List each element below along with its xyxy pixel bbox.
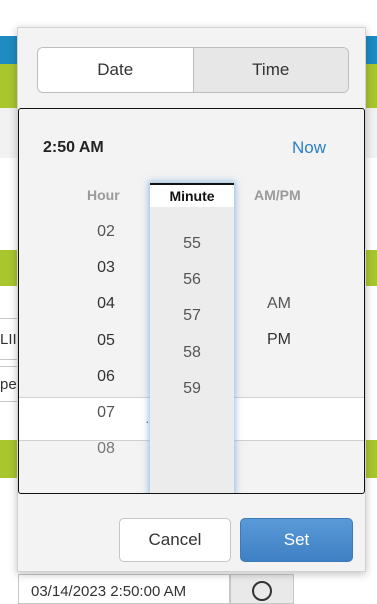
- separator-dot: ·: [145, 413, 150, 429]
- tab-time[interactable]: Time: [193, 48, 348, 92]
- background-chip: LII: [0, 318, 18, 360]
- background-input: per: [0, 366, 22, 402]
- hour-header: Hour: [87, 187, 120, 203]
- hour-option[interactable]: 02: [76, 223, 136, 241]
- ampm-header: AM/PM: [254, 187, 301, 203]
- hour-option[interactable]: 08: [76, 440, 136, 458]
- minute-column[interactable]: Minute: [150, 183, 234, 493]
- minute-option[interactable]: 59: [162, 380, 222, 398]
- ampm-option[interactable]: AM: [249, 295, 309, 313]
- hour-option-selected[interactable]: 05: [76, 332, 136, 350]
- clock-icon: [252, 581, 272, 601]
- current-time-display: 2:50 AM: [43, 139, 104, 156]
- minute-option[interactable]: 58: [162, 344, 222, 362]
- datetime-picker-button[interactable]: [230, 574, 294, 604]
- datetime-field[interactable]: 03/14/2023 2:50:00 AM: [18, 574, 230, 604]
- hour-option[interactable]: 06: [76, 368, 136, 386]
- mode-toggle: Date Time: [37, 47, 349, 93]
- hour-option[interactable]: 04: [76, 295, 136, 313]
- cancel-button[interactable]: Cancel: [119, 518, 231, 562]
- tab-date[interactable]: Date: [38, 48, 194, 92]
- ampm-option-selected[interactable]: PM: [249, 331, 309, 349]
- minute-option[interactable]: 55: [162, 235, 222, 253]
- time-picker-popup: Date Time 2:50 AM Now Hour AM/PM · · Min…: [17, 27, 366, 572]
- hour-option[interactable]: 07: [76, 404, 136, 422]
- hour-option[interactable]: 03: [76, 259, 136, 277]
- time-wheel-panel: 2:50 AM Now Hour AM/PM · · Minute 02 03 …: [18, 108, 365, 494]
- set-button[interactable]: Set: [240, 518, 353, 562]
- minute-header: Minute: [150, 183, 234, 207]
- minute-option[interactable]: 56: [162, 271, 222, 289]
- minute-option[interactable]: 57: [162, 307, 222, 325]
- now-link[interactable]: Now: [292, 138, 326, 158]
